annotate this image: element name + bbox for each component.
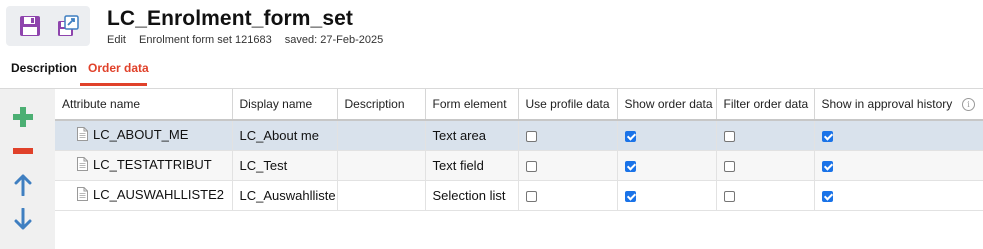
use-profile-data-cell [518, 120, 618, 151]
document-icon [77, 187, 88, 204]
show-order-data-cell [617, 180, 717, 211]
arrow-up-icon[interactable] [11, 173, 35, 197]
show-in-approval-history-cell [814, 180, 983, 211]
description-cell [337, 150, 426, 181]
column-header-use-profile-data[interactable]: Use profile data [518, 89, 618, 121]
form-element-cell: Selection list [425, 180, 519, 211]
show-in-approval-history-checkbox[interactable] [821, 131, 833, 143]
column-header-label: Show in approval history [821, 97, 953, 111]
filter-order-data-cell [716, 180, 815, 211]
save-icon[interactable] [14, 10, 46, 42]
show-order-data-cell [617, 150, 717, 181]
use-profile-data-checkbox[interactable] [525, 191, 537, 203]
column-header-description[interactable]: Description [337, 89, 426, 121]
attribute-name-cell: LC_AUSWAHLLISTE2 [55, 180, 233, 211]
display-name-cell: LC_Auswahlliste [232, 180, 338, 211]
saved-date: saved: 27-Feb-2025 [284, 34, 384, 46]
attribute-name-cell: LC_ABOUT_ME [55, 120, 233, 151]
attribute-name: LC_TESTATTRIBUT [93, 156, 212, 172]
tab-bar: Description Order data [0, 57, 983, 89]
info-icon[interactable]: i [962, 98, 975, 111]
filter-order-data-checkbox[interactable] [723, 191, 735, 203]
use-profile-data-checkbox[interactable] [525, 161, 537, 173]
order-data-grid: Attribute name Display name Description … [55, 89, 983, 211]
table-row[interactable]: LC_AUSWAHLLISTE2 LC_Auswahlliste Selection… [55, 180, 983, 211]
description-cell [337, 120, 426, 151]
table-row[interactable]: LC_TESTATTRIBUT LC_Test Text field [55, 150, 983, 181]
save-toolbar [6, 6, 90, 46]
document-icon [77, 157, 88, 174]
column-header-filter-order-data[interactable]: Filter order data [716, 89, 815, 121]
minus-icon[interactable] [11, 139, 35, 163]
column-header-show-in-approval-history[interactable]: Show in approval history i [814, 89, 983, 121]
tab-order-data[interactable]: Order data [88, 61, 149, 75]
attribute-name-cell: LC_TESTATTRIBUT [55, 150, 233, 181]
grid-header: Attribute name Display name Description … [55, 89, 983, 121]
save-as-icon[interactable] [52, 10, 84, 42]
show-order-data-checkbox[interactable] [624, 161, 636, 173]
show-order-data-checkbox[interactable] [624, 191, 636, 203]
document-icon [77, 127, 88, 144]
page-subtitle: Edit Enrolment form set 121683 saved: 27… [107, 34, 393, 46]
use-profile-data-cell [518, 180, 618, 211]
arrow-down-icon[interactable] [11, 207, 35, 231]
display-name-cell: LC_About me [232, 120, 338, 151]
attribute-name: LC_AUSWAHLLISTE2 [93, 186, 225, 202]
column-header-attribute-name[interactable]: Attribute name [55, 89, 233, 121]
column-header-show-order-data[interactable]: Show order data [617, 89, 717, 121]
tab-description[interactable]: Description [11, 61, 77, 75]
mode-label: Edit [107, 34, 126, 46]
form-element-cell: Text field [425, 150, 519, 181]
filter-order-data-cell [716, 150, 815, 181]
row-actions-bar [0, 89, 55, 249]
show-in-approval-history-checkbox[interactable] [821, 191, 833, 203]
description-cell [337, 180, 426, 211]
show-order-data-cell [617, 120, 717, 151]
attribute-name: LC_ABOUT_ME [93, 126, 189, 142]
use-profile-data-checkbox[interactable] [525, 131, 537, 143]
filter-order-data-checkbox[interactable] [723, 161, 735, 173]
show-in-approval-history-cell [814, 150, 983, 181]
plus-icon[interactable] [11, 105, 35, 129]
form-element-cell: Text area [425, 120, 519, 151]
filter-order-data-cell [716, 120, 815, 151]
display-name-cell: LC_Test [232, 150, 338, 181]
filter-order-data-checkbox[interactable] [723, 131, 735, 143]
object-type-id: Enrolment form set 121683 [139, 34, 272, 46]
show-in-approval-history-checkbox[interactable] [821, 161, 833, 173]
column-header-form-element[interactable]: Form element [425, 89, 519, 121]
show-in-approval-history-cell [814, 120, 983, 151]
use-profile-data-cell [518, 150, 618, 181]
active-tab-indicator [80, 83, 147, 86]
page-title: LC_Enrolment_form_set [107, 7, 353, 30]
column-header-display-name[interactable]: Display name [232, 89, 338, 121]
table-row[interactable]: LC_ABOUT_ME LC_About me Text area [55, 120, 983, 151]
show-order-data-checkbox[interactable] [624, 131, 636, 143]
